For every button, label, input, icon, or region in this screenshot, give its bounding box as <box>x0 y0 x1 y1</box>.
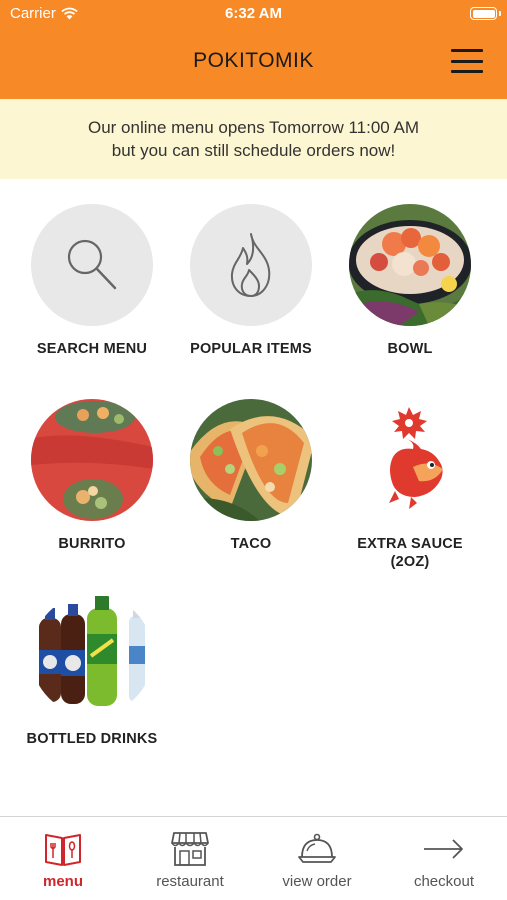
tile-label-line-1: EXTRA SAUCE <box>357 536 463 552</box>
taco-image <box>190 399 312 521</box>
tile-label-line-2: (2OZ) <box>390 554 430 570</box>
tile-label: BOTTLED DRINKS <box>26 731 158 747</box>
status-time: 6:32 AM <box>225 5 282 22</box>
banner-line-2: but you can still schedule orders now! <box>111 141 396 160</box>
hamburger-icon <box>451 49 483 52</box>
search-icon <box>67 239 117 290</box>
tile-burrito[interactable]: BURRITO <box>12 399 172 553</box>
tile-bottled-drinks[interactable]: BOTTLED DRINKS <box>12 594 172 748</box>
popular-items-circle <box>190 204 312 326</box>
bottom-tab-bar: menu restaurant view order checkout <box>0 816 507 900</box>
battery-icon <box>470 7 497 20</box>
tile-label: BOWL <box>387 341 433 357</box>
tile-search-menu[interactable]: SEARCH MENU <box>12 204 172 358</box>
tile-label: BURRITO <box>58 536 126 552</box>
cloche-icon <box>298 833 336 863</box>
category-grid: SEARCH MENU POPULAR ITEMS BOWL BURRITO T… <box>0 179 507 816</box>
search-menu-circle <box>31 204 153 326</box>
tab-menu[interactable]: menu <box>0 817 126 900</box>
bottled-drinks-image <box>31 594 153 716</box>
tab-label: view order <box>282 873 352 890</box>
burrito-image <box>31 399 153 521</box>
tile-label: POPULAR ITEMS <box>190 341 312 357</box>
tab-label: checkout <box>413 873 475 890</box>
tab-checkout[interactable]: checkout <box>381 817 507 900</box>
tile-label: TACO <box>230 536 272 552</box>
tile-label: SEARCH MENU <box>36 341 148 357</box>
tile-label: EXTRA SAUCE (2OZ) <box>330 535 490 571</box>
arrow-right-icon <box>424 839 463 859</box>
tab-view-order[interactable]: view order <box>254 817 380 900</box>
tab-label: restaurant <box>156 873 224 890</box>
storefront-icon <box>171 832 209 866</box>
menu-book-icon <box>45 834 81 866</box>
banner-line-1: Our online menu opens Tomorrow 11:00 AM <box>87 118 420 137</box>
tile-taco[interactable]: TACO <box>171 399 331 553</box>
schedule-banner: Our online menu opens Tomorrow 11:00 AM … <box>0 99 507 179</box>
bowl-image <box>349 204 471 326</box>
extra-sauce-mascot <box>349 399 471 521</box>
app-header: Carrier 6:32 AM POKITOMIK <box>0 0 507 99</box>
hamburger-menu-button[interactable] <box>451 48 483 74</box>
app-title: POKITOMIK <box>193 49 314 72</box>
tile-bowl[interactable]: BOWL <box>330 204 490 358</box>
tab-label: menu <box>42 873 83 890</box>
tile-extra-sauce[interactable]: EXTRA SAUCE (2OZ) <box>330 399 490 571</box>
status-bar: Carrier 6:32 AM <box>0 0 507 28</box>
flame-icon <box>230 233 271 297</box>
tab-restaurant[interactable]: restaurant <box>127 817 253 900</box>
tile-popular-items[interactable]: POPULAR ITEMS <box>171 204 331 358</box>
